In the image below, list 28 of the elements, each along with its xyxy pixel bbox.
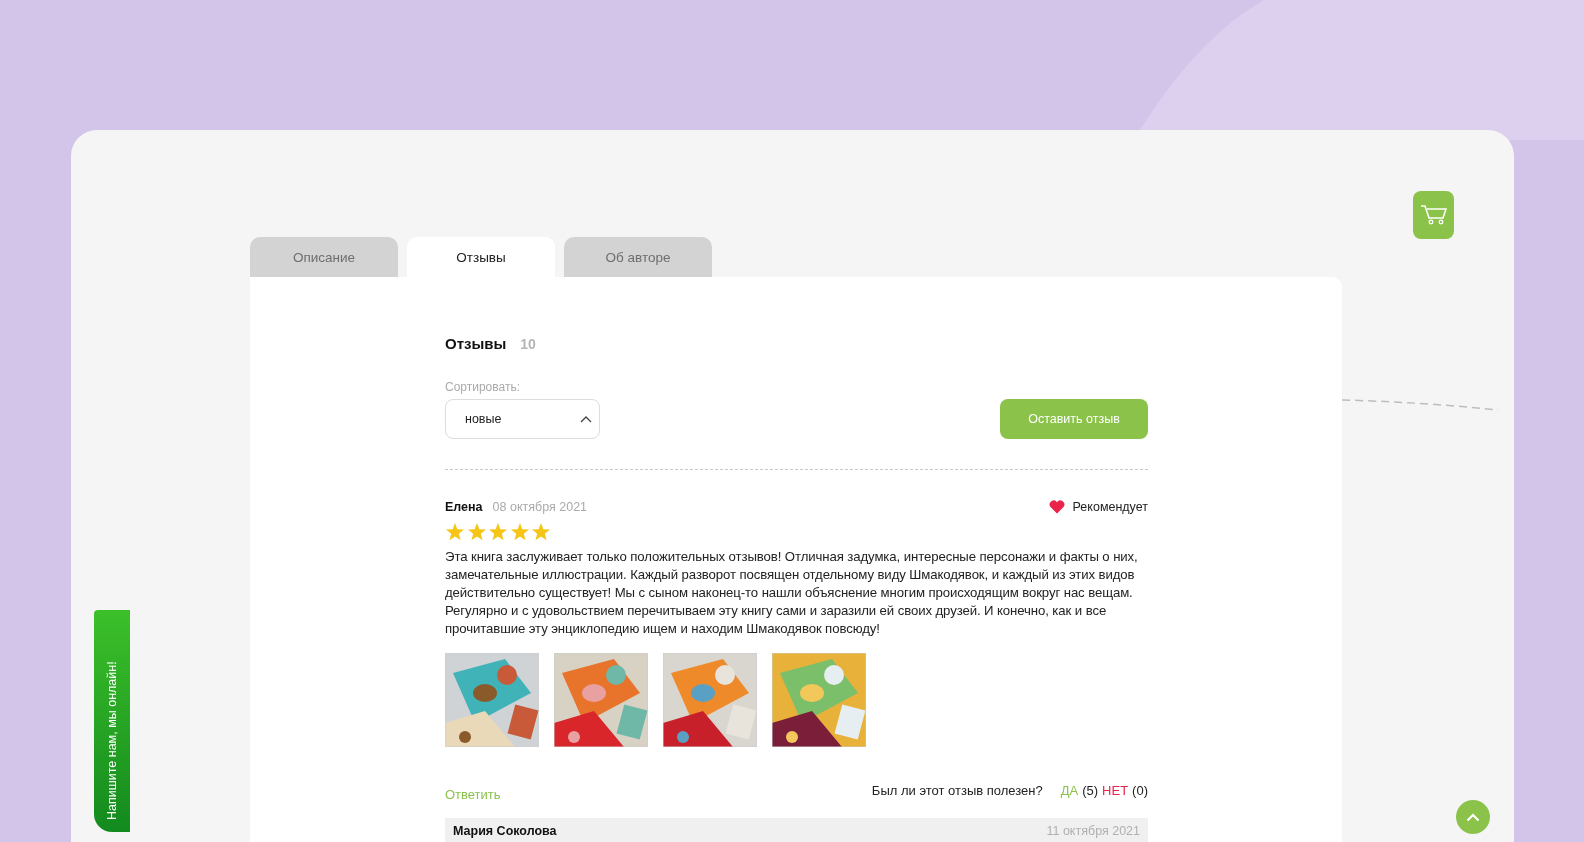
no-count: (0) — [1132, 783, 1148, 798]
leave-review-button[interactable]: Оставить отзыв — [1000, 399, 1148, 439]
cart-icon — [1419, 204, 1448, 226]
helpful-question: Был ли этот отзыв полезен? — [871, 783, 1043, 798]
yes-count: (5) — [1082, 783, 1099, 798]
tab[interactable]: Об авторе — [564, 237, 712, 277]
reviews-count: 10 — [520, 336, 536, 352]
tab[interactable]: Описание — [250, 237, 398, 277]
chat-tab[interactable]: Напишите нам, мы онлайн! — [94, 610, 130, 832]
star-icon — [466, 522, 487, 542]
reply-author: Мария Соколова — [453, 824, 557, 840]
star-icon — [531, 522, 551, 542]
review-date: 08 октября 2021 — [492, 500, 588, 514]
star-icon — [445, 522, 465, 542]
chevron-up-icon — [1466, 812, 1480, 822]
star-icon — [509, 522, 530, 542]
star-icon — [488, 522, 508, 542]
reply-date: 11 октября 2021 — [1046, 824, 1140, 840]
recommend-label: Рекомендует — [1072, 500, 1148, 514]
reviews-title: Отзывы — [445, 335, 507, 352]
review-author: Елена — [445, 500, 483, 514]
review-text: Эта книга заслуживает только положительных отзывов! Отличная задумка, интересные персонажи и факты о них, замечательные иллюстрации. Каждый разворот посвящен отдельному виду Шмакодявок, и каждый из этих видов действительно существует! Мы с сыном наконец-то нашли объяснение многим происходящим вокруг нас вещам. Регулярно и с удовольствием перечитываем эту книгу сами и заразили ей своих друзей. И конечно, как и все прочитавшие эту энциклопедию ищем и находим Шмакодявок повсюду! — [445, 548, 1139, 638]
reply-link[interactable]: Ответить — [445, 787, 501, 802]
sort-dropdown[interactable]: новые — [445, 399, 600, 439]
sort-label: Сортировать: — [445, 380, 522, 394]
no-link[interactable]: НЕТ — [1102, 783, 1129, 798]
yes-link[interactable]: ДА — [1060, 783, 1079, 798]
tab[interactable]: Отзывы — [407, 237, 555, 277]
